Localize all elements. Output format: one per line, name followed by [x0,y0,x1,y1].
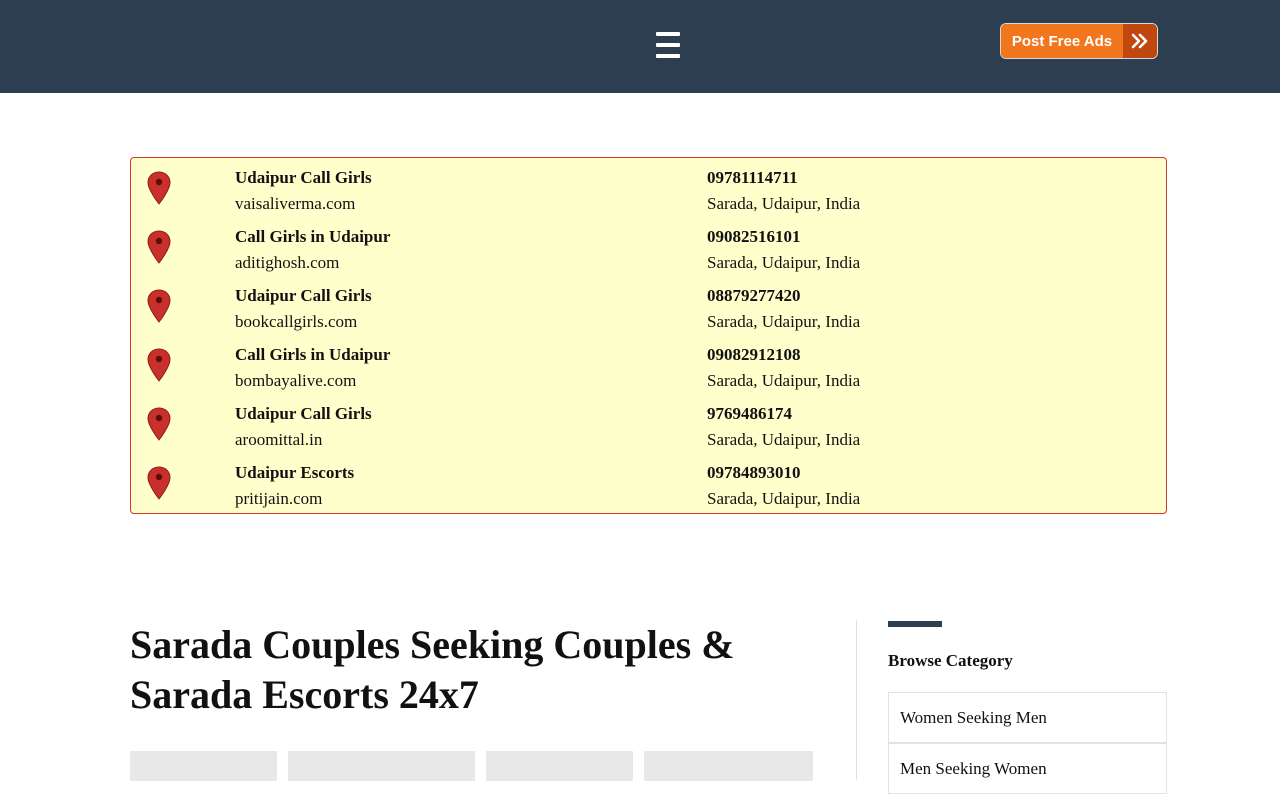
map-pin-icon [147,289,171,323]
post-free-ads-button[interactable]: Post Free Ads [1000,23,1158,59]
listing-website[interactable]: aditighosh.com [235,249,390,277]
hamburger-menu-icon[interactable] [656,32,684,58]
listing-location: Sarada, Udaipur, India [707,371,861,390]
listing-phone[interactable]: 08879277420 [707,284,860,308]
gallery-thumbnail[interactable] [288,751,475,781]
listing-right-column: 09082912108 Sarada, Udaipur, India [707,343,860,395]
listing-location: Sarada, Udaipur, India [707,253,861,272]
listing-row[interactable]: Udaipur Call Girls vaisaliverma.com 0978… [131,162,1166,221]
listing-row[interactable]: Udaipur Escorts pritijain.com 0978489301… [131,457,1166,516]
listing-row[interactable]: Udaipur Call Girls aroomittal.in 9769486… [131,398,1166,457]
page-title: Sarada Couples Seeking Couples & Sarada … [130,620,830,720]
map-pin-icon [147,348,171,382]
menu-line [656,43,680,47]
listing-phone[interactable]: 09082912108 [707,343,860,367]
listing-left-column: Call Girls in Udaipur aditighosh.com [235,225,390,277]
listing-phone[interactable]: 09082516101 [707,225,860,249]
category-women-seeking-men[interactable]: Women Seeking Men [888,692,1167,743]
listing-row[interactable]: Call Girls in Udaipur bombayalive.com 09… [131,339,1166,398]
gallery-thumbnail[interactable] [644,751,813,781]
listing-phone[interactable]: 09784893010 [707,461,860,485]
listing-website[interactable]: bookcallgirls.com [235,308,372,336]
menu-line [656,54,680,58]
listing-left-column: Udaipur Call Girls aroomittal.in [235,402,372,454]
map-pin-icon [147,171,171,205]
listing-right-column: 08879277420 Sarada, Udaipur, India [707,284,860,336]
top-navigation-bar: Post Free Ads [0,0,1280,93]
listing-title[interactable]: Udaipur Call Girls [235,402,372,426]
listing-title[interactable]: Udaipur Call Girls [235,166,372,190]
menu-line [656,32,680,36]
featured-listings-box: Udaipur Call Girls vaisaliverma.com 0978… [130,157,1167,514]
listing-right-column: 09781114711 Sarada, Udaipur, India [707,166,860,218]
listing-right-column: 09082516101 Sarada, Udaipur, India [707,225,860,277]
listing-phone[interactable]: 9769486174 [707,402,860,426]
listing-left-column: Udaipur Call Girls bookcallgirls.com [235,284,372,336]
listing-right-column: 09784893010 Sarada, Udaipur, India [707,461,860,513]
listing-left-column: Udaipur Call Girls vaisaliverma.com [235,166,372,218]
listing-right-column: 9769486174 Sarada, Udaipur, India [707,402,860,454]
listing-title[interactable]: Udaipur Call Girls [235,284,372,308]
listing-row[interactable]: Udaipur Call Girls bookcallgirls.com 088… [131,280,1166,339]
listing-website[interactable]: aroomittal.in [235,426,372,454]
column-divider [856,620,857,780]
listing-website[interactable]: bombayalive.com [235,367,390,395]
gallery-thumbnail[interactable] [486,751,633,781]
category-men-seeking-women[interactable]: Men Seeking Women [888,743,1167,794]
listing-left-column: Udaipur Escorts pritijain.com [235,461,354,513]
listing-website[interactable]: pritijain.com [235,485,354,513]
listing-title[interactable]: Call Girls in Udaipur [235,225,390,249]
listing-location: Sarada, Udaipur, India [707,489,861,508]
listing-title[interactable]: Udaipur Escorts [235,461,354,485]
listing-location: Sarada, Udaipur, India [707,312,861,331]
gallery-thumbnail[interactable] [130,751,277,781]
listing-website[interactable]: vaisaliverma.com [235,190,372,218]
listing-location: Sarada, Udaipur, India [707,194,861,213]
map-pin-icon [147,230,171,264]
page-title-line-2: Sarada Escorts 24x7 [130,672,479,717]
sidebar-accent-bar [888,621,942,627]
listing-row[interactable]: Call Girls in Udaipur aditighosh.com 090… [131,221,1166,280]
listing-title[interactable]: Call Girls in Udaipur [235,343,390,367]
listing-left-column: Call Girls in Udaipur bombayalive.com [235,343,390,395]
listing-location: Sarada, Udaipur, India [707,430,861,449]
map-pin-icon [147,466,171,500]
listing-phone[interactable]: 09781114711 [707,166,860,190]
map-pin-icon [147,407,171,441]
post-free-ads-label: Post Free Ads [1001,24,1123,58]
sidebar-heading: Browse Category [888,651,1013,670]
page-title-line-1: Sarada Couples Seeking Couples & [130,622,735,667]
double-chevron-right-icon [1123,24,1157,58]
